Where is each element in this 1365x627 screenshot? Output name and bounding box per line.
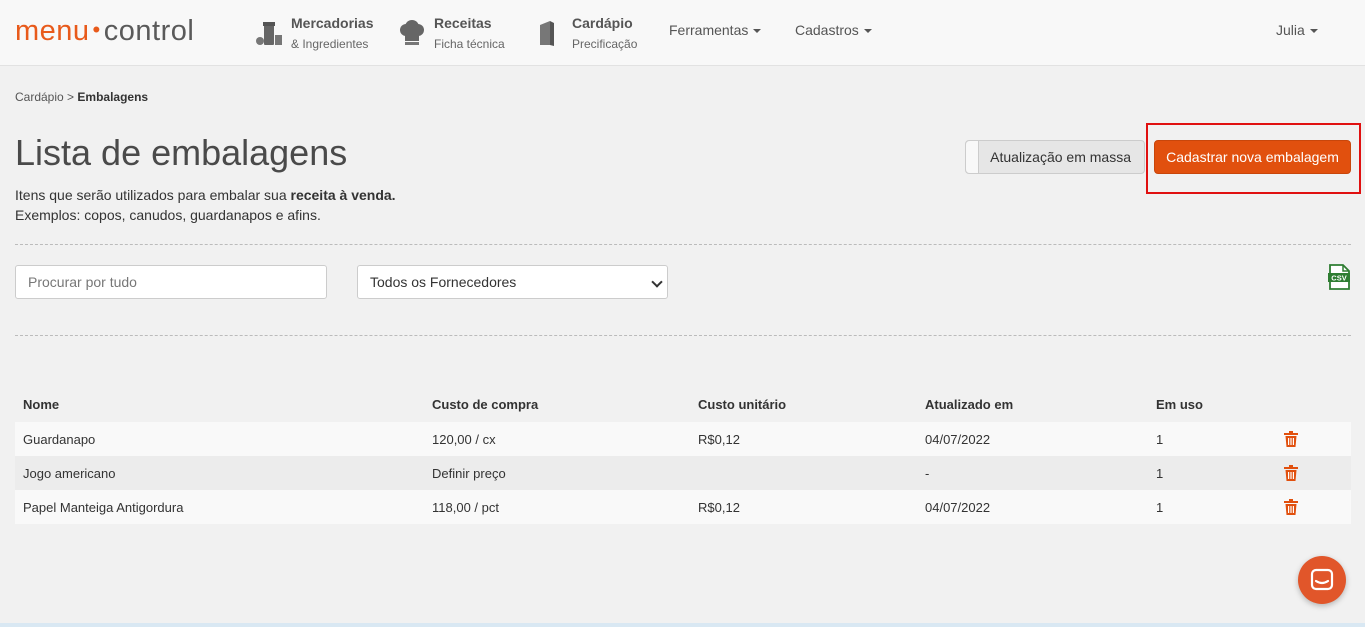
cell-in-use: 1	[1156, 499, 1164, 515]
nav-title: Receitas	[434, 15, 492, 31]
nav-dropdown-ferramentas[interactable]: Ferramentas	[669, 22, 762, 38]
col-header-purchase-cost[interactable]: Custo de compra	[424, 387, 690, 422]
user-menu[interactable]: Julia	[1276, 22, 1318, 38]
col-header-in-use[interactable]: Em uso	[1148, 387, 1276, 422]
chevron-down-icon	[651, 276, 663, 288]
divider	[15, 244, 1351, 245]
breadcrumb: Cardápio > Embalagens	[15, 90, 148, 104]
chat-icon	[1310, 568, 1334, 591]
svg-text:CSV: CSV	[1331, 274, 1346, 283]
search-input[interactable]	[15, 265, 327, 299]
cell-purchase-cost-link[interactable]: 118,00 / pct	[424, 490, 690, 524]
cell-in-use: 1	[1156, 431, 1164, 447]
cell-name: Jogo americano	[23, 465, 116, 481]
ingredients-icon	[256, 22, 282, 45]
cell-updated-at: 04/07/2022	[925, 431, 991, 447]
caret-down-icon	[863, 29, 872, 34]
trash-icon[interactable]	[1284, 431, 1298, 447]
cell-unit-cost: R$0,12	[698, 431, 740, 447]
nav-subtitle: & Ingredientes	[291, 37, 369, 51]
table-row: Jogo americano Definir preço - 1	[15, 456, 1351, 490]
chef-hat-icon	[400, 20, 424, 45]
page-subtitle: Itens que serão utilizados para embalar …	[15, 185, 396, 225]
cell-unit-cost	[690, 456, 917, 490]
cell-unit-cost: R$0,12	[698, 499, 740, 515]
caret-down-icon	[1309, 29, 1318, 34]
trash-icon[interactable]	[1284, 499, 1298, 515]
supplier-select[interactable]: Todos os Fornecedores	[357, 265, 668, 299]
col-header-actions	[1276, 387, 1351, 422]
trash-icon[interactable]	[1284, 465, 1298, 481]
subtitle-bold: receita à venda.	[290, 187, 396, 203]
brand-part1: menu	[15, 15, 90, 47]
supplier-selected-value: Todos os Fornecedores	[370, 274, 517, 290]
nav-item-mercadorias[interactable]: Mercadorias & Ingredientes	[255, 14, 373, 56]
table-header-row: Nome Custo de compra Custo unitário Atua…	[15, 387, 1351, 422]
nav-item-receitas[interactable]: Receitas Ficha técnica	[398, 14, 505, 56]
brand-logo[interactable]: menu • control	[15, 15, 194, 48]
subtitle-line2: Exemplos: copos, canudos, guardanapos e …	[15, 207, 321, 223]
divider	[15, 335, 1351, 336]
breadcrumb-current: Embalagens	[77, 90, 149, 104]
new-packaging-button[interactable]: Cadastrar nova embalagem	[1154, 140, 1351, 174]
nav-title: Cardápio	[572, 15, 633, 31]
brand-dot: •	[92, 17, 101, 42]
subtitle-prefix: Itens que serão utilizados para embalar …	[15, 187, 291, 203]
csv-file-icon[interactable]: CSV	[1327, 264, 1351, 290]
nav-item-cardapio[interactable]: Cardápio Precificação	[536, 14, 637, 56]
nav-subtitle: Precificação	[572, 37, 638, 51]
dropdown-label: Ferramentas	[669, 22, 749, 38]
top-navbar: menu • control Mercadorias & Ingredientes …	[0, 0, 1365, 66]
page-title: Lista de embalagens	[15, 132, 348, 173]
cell-purchase-cost-link[interactable]: Definir preço	[424, 456, 690, 490]
dropdown-label: Cadastros	[795, 22, 859, 38]
brand-part2: control	[103, 15, 195, 47]
breadcrumb-separator: >	[67, 90, 75, 104]
col-header-updated-at[interactable]: Atualizado em	[917, 387, 1148, 422]
packaging-table: Nome Custo de compra Custo unitário Atua…	[15, 387, 1351, 524]
caret-down-icon	[753, 29, 762, 34]
table-row: Papel Manteiga Antigordura 118,00 / pct …	[15, 490, 1351, 524]
nav-dropdown-cadastros[interactable]: Cadastros	[795, 22, 872, 38]
mass-update-button[interactable]: Atualização em massa	[965, 140, 1145, 174]
col-header-unit-cost[interactable]: Custo unitário	[690, 387, 917, 422]
cell-name: Papel Manteiga Antigordura	[23, 499, 184, 515]
cell-updated-at: -	[925, 465, 930, 481]
table-row: Guardanapo 120,00 / cx R$0,12 04/07/2022…	[15, 422, 1351, 456]
bottom-bar	[0, 623, 1365, 627]
chat-launcher-button[interactable]	[1298, 556, 1346, 604]
user-name: Julia	[1276, 22, 1305, 38]
cell-in-use: 1	[1156, 465, 1164, 481]
col-header-name[interactable]: Nome	[15, 387, 424, 422]
cell-purchase-cost-link[interactable]: 120,00 / cx	[424, 422, 690, 456]
menu-book-icon	[540, 21, 554, 46]
nav-subtitle: Ficha técnica	[434, 37, 505, 51]
nav-title: Mercadorias	[291, 15, 374, 31]
cell-name: Guardanapo	[23, 431, 96, 447]
breadcrumb-parent-link[interactable]: Cardápio	[15, 90, 64, 104]
cell-updated-at: 04/07/2022	[925, 499, 991, 515]
